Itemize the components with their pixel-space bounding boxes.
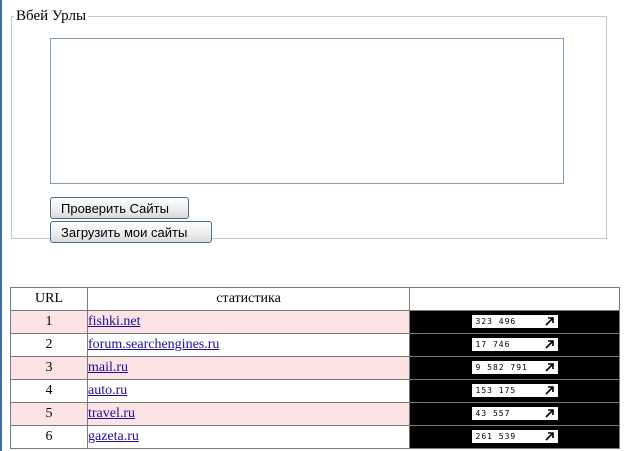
arrow-up-right-icon xyxy=(544,317,554,326)
row-number: 6 xyxy=(10,425,88,449)
counter-badge[interactable]: 43 557 xyxy=(471,407,558,421)
table-row: 4 auto.ru 153 175 xyxy=(10,379,620,403)
counter-cell: 9 582 791 xyxy=(409,356,620,380)
counter-badge[interactable]: 323 496 xyxy=(471,315,558,329)
site-link[interactable]: travel.ru xyxy=(88,406,135,421)
row-number: 3 xyxy=(10,356,88,380)
header-statistics: статистика xyxy=(87,287,410,311)
table-row: 6 gazeta.ru 261 539 xyxy=(10,425,620,449)
counter-value: 323 496 xyxy=(475,317,517,327)
table-row: 3 mail.ru 9 582 791 xyxy=(10,356,620,380)
counter-value: 9 582 791 xyxy=(475,363,528,373)
arrow-up-right-icon xyxy=(544,386,554,395)
check-sites-button[interactable]: Проверить Сайты xyxy=(50,197,189,219)
site-link[interactable]: forum.searchengines.ru xyxy=(88,337,219,352)
counter-cell: 261 539 xyxy=(409,425,620,449)
row-number: 1 xyxy=(10,310,88,334)
counter-badge[interactable]: 17 746 xyxy=(471,338,558,352)
row-number: 2 xyxy=(10,333,88,357)
table-header-row: URL статистика xyxy=(10,287,620,311)
header-counter xyxy=(409,287,620,311)
site-link[interactable]: gazeta.ru xyxy=(88,429,139,444)
row-number: 5 xyxy=(10,402,88,426)
counter-cell: 17 746 xyxy=(409,333,620,357)
counter-value: 261 539 xyxy=(475,432,517,442)
counter-badge[interactable]: 261 539 xyxy=(471,430,558,444)
counter-cell: 43 557 xyxy=(409,402,620,426)
url-input-fieldset: Вбей Урлы Проверить Сайты Загрузить мои … xyxy=(11,8,607,243)
header-url: URL xyxy=(10,287,88,311)
stats-table: URL статистика 1 fishki.net 323 496 2 fo… xyxy=(10,287,620,449)
counter-value: 43 557 xyxy=(475,409,511,419)
table-row: 2 forum.searchengines.ru 17 746 xyxy=(10,333,620,357)
window-left-edge xyxy=(0,0,2,451)
site-link[interactable]: fishki.net xyxy=(88,314,141,329)
arrow-up-right-icon xyxy=(544,432,554,441)
table-row: 5 travel.ru 43 557 xyxy=(10,402,620,426)
counter-badge[interactable]: 153 175 xyxy=(471,384,558,398)
counter-cell: 153 175 xyxy=(409,379,620,403)
arrow-up-right-icon xyxy=(544,409,554,418)
counter-badge[interactable]: 9 582 791 xyxy=(471,361,558,375)
site-link[interactable]: auto.ru xyxy=(88,383,127,398)
counter-value: 153 175 xyxy=(475,386,517,396)
arrow-up-right-icon xyxy=(544,363,554,372)
arrow-up-right-icon xyxy=(544,340,554,349)
site-link[interactable]: mail.ru xyxy=(88,360,128,375)
url-input-legend: Вбей Урлы xyxy=(16,8,87,24)
counter-value: 17 746 xyxy=(475,340,511,350)
counter-cell: 323 496 xyxy=(409,310,620,334)
url-textarea[interactable] xyxy=(50,38,564,184)
table-row: 1 fishki.net 323 496 xyxy=(10,310,620,334)
row-number: 4 xyxy=(10,379,88,403)
load-my-sites-button[interactable]: Загрузить мои сайты xyxy=(50,221,212,243)
